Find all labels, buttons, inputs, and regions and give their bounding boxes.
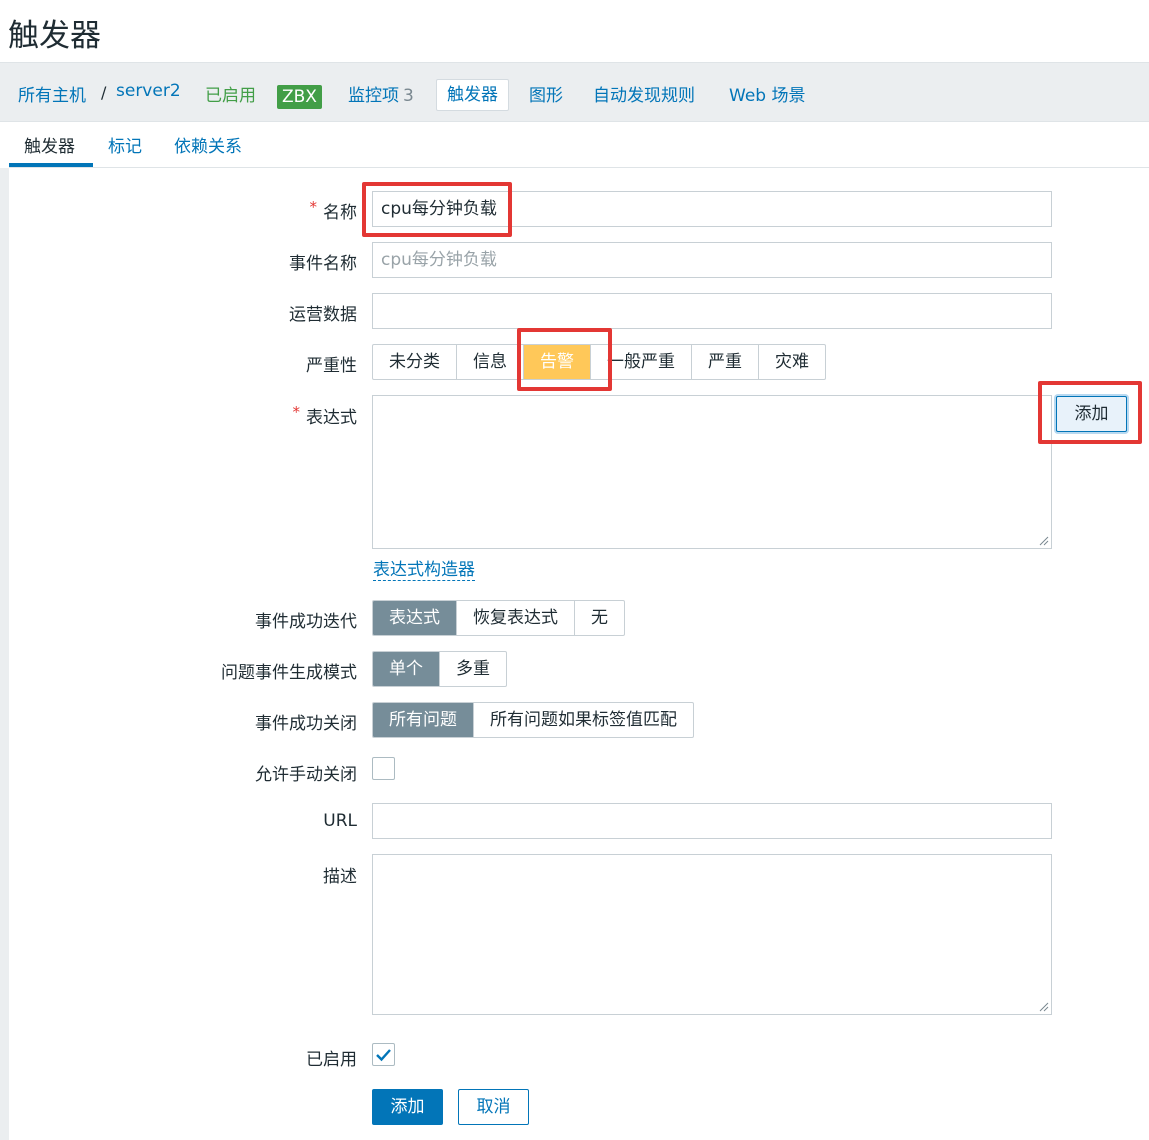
items-label: 监控项 [348,86,399,106]
checkmark-icon [376,1049,391,1062]
breadcrumb-separator: / [101,83,107,102]
host-status-enabled[interactable]: 已启用 [205,81,256,106]
severity-average[interactable]: 一般严重 [591,345,692,379]
required-marker: * [309,198,318,216]
manual-close-label: 允许手动关闭 [255,765,357,785]
manual-close-checkbox[interactable] [372,757,395,780]
items-link[interactable]: 监控项 3 [348,81,414,106]
tab-tags[interactable]: 标记 [108,132,142,157]
name-label: * 名称 [309,198,358,223]
expression-add-button[interactable]: 添加 [1056,396,1127,432]
discovery-rules-link[interactable]: 自动发现规则 [593,81,695,106]
description-label: 描述 [323,867,357,887]
tab-dependencies[interactable]: 依赖关系 [174,132,242,157]
active-tab-indicator [9,163,93,167]
triggers-link-active[interactable]: 触发器 [436,79,509,111]
host-navigation: 所有主机 / server2 已启用 ZBX 监控项 3 触发器 图形 自动发现规… [0,62,1149,122]
resize-handle-icon[interactable] [1039,536,1049,546]
name-input[interactable]: cpu每分钟负载 [372,191,1052,227]
form-tabs: 触发器 标记 依赖关系 [9,123,1149,168]
ok-event-close-label: 事件成功关闭 [255,714,357,734]
required-marker: * [292,403,301,421]
resize-handle-icon[interactable] [1039,1002,1049,1012]
enabled-label: 已启用 [306,1050,357,1070]
ok-event-generation-label: 事件成功迭代 [255,612,357,632]
all-hosts-link[interactable]: 所有主机 [18,81,86,106]
close-all-problems[interactable]: 所有问题 [373,703,474,737]
expression-constructor-link[interactable]: 表达式构造器 [373,560,475,581]
problem-mode-multiple[interactable]: 多重 [440,652,506,686]
opdata-input[interactable] [372,293,1052,329]
url-label: URL [323,811,357,831]
severity-label: 严重性 [306,356,357,376]
problem-mode-single[interactable]: 单个 [373,652,440,686]
enabled-checkbox[interactable] [372,1043,395,1066]
severity-disaster[interactable]: 灾难 [759,345,825,379]
problem-mode-selector: 单个 多重 [372,651,507,687]
ok-event-recovery-expression[interactable]: 恢复表达式 [457,601,575,635]
severity-high[interactable]: 严重 [692,345,759,379]
ok-event-close-selector: 所有问题 所有问题如果标签值匹配 [372,702,694,738]
url-input[interactable] [372,803,1052,839]
web-scenarios-link[interactable]: Web 场景 [729,81,805,106]
severity-not-classified[interactable]: 未分类 [373,345,457,379]
ok-event-expression[interactable]: 表达式 [373,601,457,635]
add-button[interactable]: 添加 [372,1089,443,1125]
expression-textarea[interactable] [372,395,1052,549]
event-name-input[interactable]: cpu每分钟负载 [372,242,1052,278]
cancel-button[interactable]: 取消 [458,1089,529,1125]
zbx-availability-badge: ZBX [277,85,322,109]
severity-selector: 未分类 信息 告警 一般严重 严重 灾难 [372,344,826,380]
severity-information[interactable]: 信息 [457,345,524,379]
description-textarea[interactable] [372,854,1052,1015]
ok-event-none[interactable]: 无 [575,601,624,635]
event-name-label: 事件名称 [289,254,357,274]
ok-event-generation-selector: 表达式 恢复表达式 无 [372,600,625,636]
host-link[interactable]: server2 [116,81,181,101]
problem-mode-label: 问题事件生成模式 [221,663,357,683]
graphs-link[interactable]: 图形 [529,81,563,106]
close-if-tag-match[interactable]: 所有问题如果标签值匹配 [474,703,693,737]
items-count: 3 [403,86,414,106]
left-border [0,168,9,1140]
severity-warning[interactable]: 告警 [524,345,591,379]
tab-trigger[interactable]: 触发器 [24,132,75,157]
page-title: 触发器 [8,18,101,54]
expression-label: * 表达式 [292,403,358,428]
opdata-label: 运营数据 [289,305,357,325]
